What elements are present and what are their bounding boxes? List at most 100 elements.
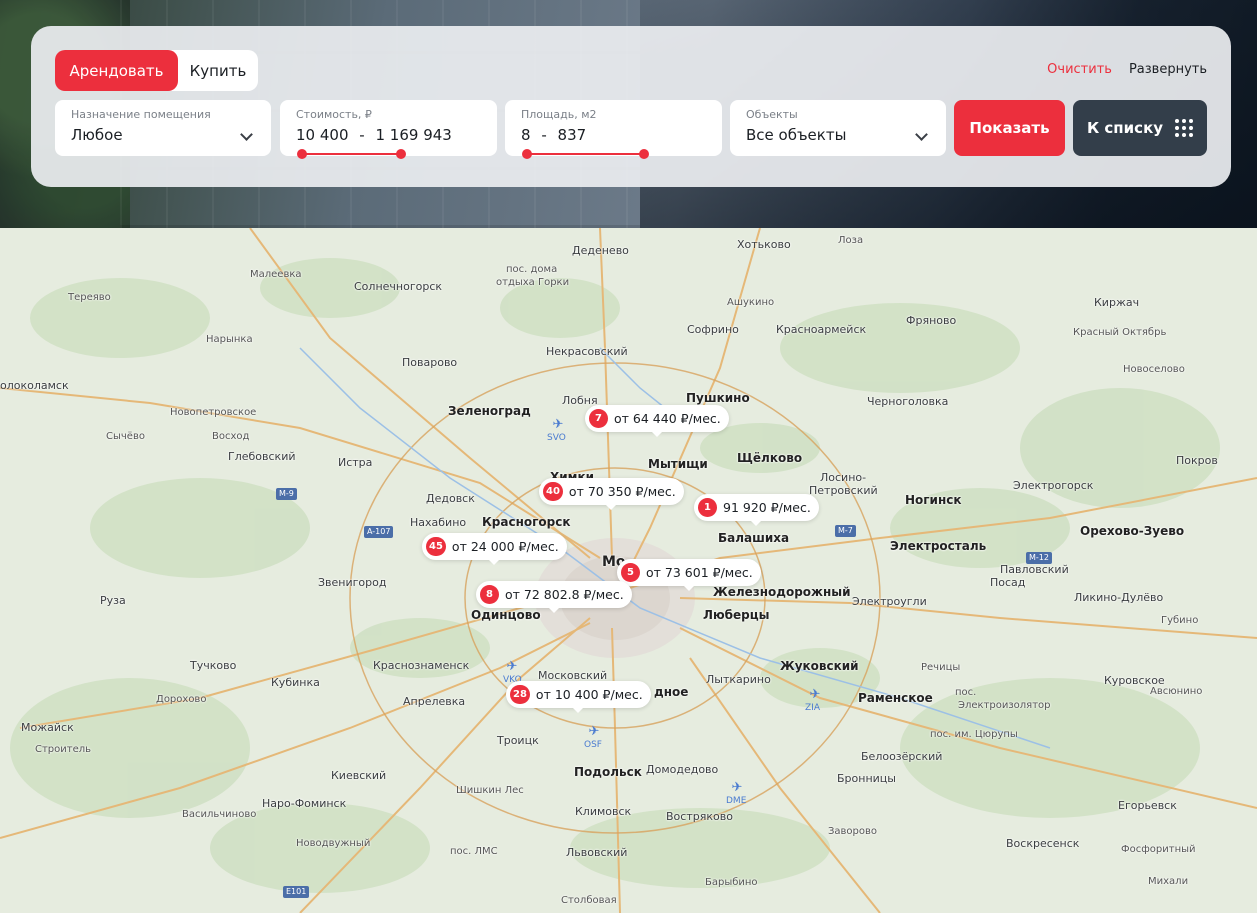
place-label: пос. им. Цюрупы	[930, 729, 1018, 740]
pin-count-badge: 7	[589, 409, 608, 428]
map-price-pin[interactable]: 45 от 24 000 ₽/мес.	[422, 533, 567, 565]
purpose-value: Любое	[71, 126, 123, 144]
place-label: Звенигород	[318, 576, 387, 589]
place-label: Тучково	[190, 659, 237, 672]
place-label: Деденево	[572, 244, 629, 257]
map-price-pin[interactable]: 40 от 70 350 ₽/мес.	[539, 478, 684, 510]
pin-price-text: от 24 000 ₽/мес.	[451, 539, 559, 554]
place-label: Красногорск	[482, 515, 571, 529]
place-label: Павловский	[1000, 563, 1069, 576]
price-max[interactable]: 1 169 943	[375, 126, 451, 144]
to-list-button[interactable]: К списку	[1073, 100, 1207, 156]
airport-icon: ✈	[809, 687, 821, 702]
place-label: Губино	[1161, 615, 1199, 626]
place-label: Щёлково	[737, 451, 803, 465]
place-label: Климовск	[575, 805, 632, 818]
area-range-field[interactable]: Площадь, м2 8 - 837	[505, 100, 722, 159]
objects-label: Объекты	[746, 108, 798, 121]
pin-count-badge: 5	[621, 563, 640, 582]
place-label: Сычёво	[106, 431, 145, 442]
airport-code: DME	[726, 796, 747, 806]
pin-count-badge: 40	[543, 482, 563, 501]
place-label: Тереяво	[68, 292, 111, 303]
highway-shield: M-9	[276, 488, 297, 500]
place-label: Электрогорск	[1013, 479, 1094, 492]
place-label: Заворово	[828, 826, 878, 837]
tab-buy[interactable]: Купить	[178, 50, 258, 91]
price-slider-max-handle[interactable]	[396, 149, 406, 159]
highway-shield: A-107	[364, 526, 394, 538]
highway-shield: M-7	[835, 525, 856, 537]
airport-code: OSF	[584, 740, 602, 750]
price-min[interactable]: 10 400	[296, 126, 349, 144]
area-max[interactable]: 837	[558, 126, 587, 144]
place-label: Васильчиново	[182, 809, 257, 820]
map[interactable]: Деденево Хотьково Лоза Малеевка пос. дом…	[0, 228, 1257, 913]
pin-count-badge: 8	[480, 585, 499, 604]
price-range-field[interactable]: Стоимость, ₽ 10 400 - 1 169 943	[280, 100, 497, 159]
place-label: пос.	[955, 687, 977, 698]
place-label: Петровский	[809, 484, 878, 497]
place-label: Егорьевск	[1118, 799, 1177, 812]
map-price-pin[interactable]: 1 91 920 ₽/мес.	[694, 494, 819, 526]
place-label: Глебовский	[228, 450, 296, 463]
place-label: отдыха Горки	[496, 277, 570, 288]
area-slider-max-handle[interactable]	[639, 149, 649, 159]
map-price-pin[interactable]: 28 от 10 400 ₽/мес.	[506, 681, 651, 713]
map-price-pin[interactable]: 5 от 73 601 ₽/мес.	[617, 559, 761, 591]
price-slider-min-handle[interactable]	[297, 149, 307, 159]
area-slider-min-handle[interactable]	[522, 149, 532, 159]
place-label: Киржач	[1094, 296, 1140, 309]
place-label: Люберцы	[703, 608, 770, 622]
show-button[interactable]: Показать	[954, 100, 1065, 156]
place-label: Солнечногорск	[354, 280, 443, 293]
place-label: Некрасовский	[546, 345, 628, 358]
area-label: Площадь, м2	[521, 108, 597, 121]
airport-icon: ✈	[588, 724, 600, 739]
to-list-label: К списку	[1086, 119, 1164, 137]
objects-select[interactable]: Объекты Все объекты	[730, 100, 946, 156]
airport-code: ZIA	[805, 703, 820, 713]
place-label: Электроугли	[852, 595, 927, 608]
place-label: Троицк	[497, 734, 539, 747]
purpose-select[interactable]: Назначение помещения Любое	[55, 100, 271, 156]
tab-rent[interactable]: Арендовать	[55, 50, 178, 91]
place-label: Красный Октябрь	[1073, 327, 1167, 338]
place-label: Авсюнино	[1150, 686, 1203, 697]
area-min[interactable]: 8	[521, 126, 531, 144]
airport-icon: ✈	[731, 780, 743, 795]
place-label: Красноармейск	[776, 323, 867, 336]
place-label: Орехово-Зуево	[1080, 524, 1185, 538]
place-label: Черноголовка	[867, 395, 949, 408]
place-label: Электроизолятор	[958, 700, 1051, 711]
expand-filters-link[interactable]: Развернуть	[1129, 62, 1207, 77]
place-label: Михали	[1148, 876, 1189, 887]
place-label: Востряково	[666, 810, 733, 823]
place-label: Новоселово	[1123, 364, 1185, 375]
place-label: Фосфоритный	[1121, 844, 1196, 855]
place-label: Поварово	[402, 356, 458, 369]
place-label: пос. дома	[506, 264, 558, 275]
place-label: Подольск	[574, 765, 642, 779]
place-label: Дорохово	[156, 694, 207, 705]
place-label: Новопетровское	[170, 407, 257, 418]
place-label: Можайск	[21, 721, 74, 734]
place-label: Краснознаменск	[373, 659, 470, 672]
highway-shield: E101	[283, 886, 310, 898]
place-label: Малеевка	[250, 269, 302, 280]
place-label: Ногинск	[905, 493, 962, 507]
pin-count-badge: 45	[426, 537, 446, 556]
place-label: олоколамск	[0, 379, 69, 392]
pin-price-text: от 73 601 ₽/мес.	[646, 565, 753, 580]
place-label: Балашиха	[718, 531, 790, 545]
deal-type-toggle: Арендовать Купить	[55, 50, 258, 91]
place-label: Посад	[990, 576, 1026, 589]
pin-price-text: 91 920 ₽/мес.	[723, 500, 811, 515]
map-price-pin[interactable]: 7 от 64 440 ₽/мес.	[585, 405, 729, 437]
filter-links: Очистить Развернуть	[1047, 62, 1207, 77]
place-label: Лыткарино	[706, 673, 771, 686]
map-price-pin[interactable]: 8 от 72 802.8 ₽/мес.	[476, 581, 632, 613]
clear-filters-link[interactable]: Очистить	[1047, 62, 1112, 77]
place-label: Речицы	[921, 662, 961, 673]
place-label: Дедовск	[426, 492, 475, 505]
